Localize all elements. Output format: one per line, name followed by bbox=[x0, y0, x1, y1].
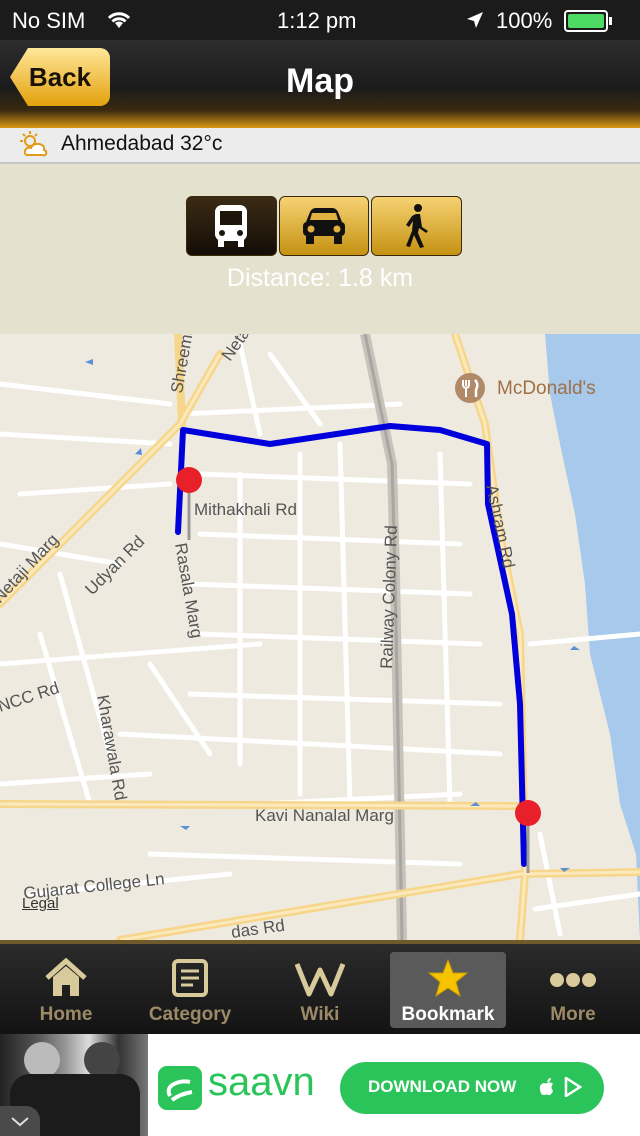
wikipedia-icon bbox=[295, 963, 345, 997]
distance-label: Distance: 1.8 km bbox=[226, 264, 414, 292]
notepad-icon bbox=[172, 959, 208, 997]
ad-brand: saavn bbox=[208, 1060, 315, 1104]
time-label: 1:12 pm bbox=[277, 8, 357, 33]
wifi-icon bbox=[107, 12, 131, 28]
end-pin-icon[interactable] bbox=[515, 800, 541, 873]
walking-person-icon bbox=[405, 204, 428, 248]
tab-label-more: More bbox=[550, 1004, 596, 1025]
transport-mode-selector bbox=[186, 196, 464, 256]
home-icon bbox=[45, 958, 87, 996]
route-map[interactable]: Shreema Neta Mithakhali Rd Railway Colon… bbox=[0, 334, 640, 940]
weather-bar: Ahmedabad 32°c bbox=[0, 128, 640, 164]
car-mode-button[interactable] bbox=[278, 196, 370, 256]
map-label-netaji-marg: Netaji Marg bbox=[0, 530, 62, 607]
tab-label-home: Home bbox=[39, 1004, 93, 1025]
ad-download-button[interactable]: DOWNLOAD NOW bbox=[340, 1062, 604, 1114]
map-label-mithakhali: Mithakhali Rd bbox=[194, 500, 297, 519]
battery-icon bbox=[564, 10, 612, 32]
walk-mode-button[interactable] bbox=[371, 196, 463, 256]
weather-text: Ahmedabad 32°c bbox=[61, 132, 223, 155]
tab-label-wiki: Wiki bbox=[300, 1004, 340, 1025]
apple-icon bbox=[539, 1078, 553, 1096]
tab-category[interactable]: Category bbox=[132, 952, 248, 1028]
more-dots-icon bbox=[550, 973, 596, 987]
car-icon bbox=[303, 208, 345, 244]
tab-home[interactable]: Home bbox=[8, 952, 124, 1028]
bus-mode-button[interactable] bbox=[186, 196, 277, 256]
carrier-label: No SIM bbox=[12, 8, 86, 33]
map-label-ncc: NCC Rd bbox=[0, 678, 61, 716]
location-arrow-icon bbox=[467, 12, 483, 28]
navigation-bar: Back Map bbox=[0, 40, 640, 128]
legal-link[interactable]: Legal bbox=[22, 895, 59, 912]
map-label-ashram: Ashram Rd bbox=[482, 483, 518, 570]
map-label-shreemali: Shreema bbox=[167, 334, 198, 395]
partly-sunny-icon bbox=[20, 131, 48, 157]
transport-panel: Distance: 1.8 km bbox=[0, 164, 640, 334]
battery-percent: 100% bbox=[496, 8, 553, 33]
page-title: Map bbox=[286, 62, 354, 100]
star-icon bbox=[427, 958, 469, 998]
tab-label-category: Category bbox=[148, 1004, 232, 1025]
saavn-logo-icon bbox=[158, 1066, 202, 1110]
tab-wiki[interactable]: Wiki bbox=[262, 952, 378, 1028]
tab-bookmark[interactable]: Bookmark bbox=[390, 952, 506, 1028]
map-label-udyan: Udyan Rd bbox=[81, 532, 148, 599]
play-store-icon bbox=[564, 1077, 582, 1097]
tab-bar: Home Category Wiki Bookmark More bbox=[0, 940, 640, 1038]
ad-cta-label: DOWNLOAD NOW bbox=[368, 1077, 517, 1096]
restaurant-poi-icon[interactable] bbox=[455, 373, 485, 403]
ad-chevron-icon[interactable] bbox=[0, 1106, 40, 1136]
map-label-rasala: Rasala Marg bbox=[171, 541, 206, 639]
ad-banner[interactable]: saavn DOWNLOAD NOW bbox=[0, 1034, 640, 1136]
map-label-netaji-top: Neta bbox=[218, 334, 254, 364]
map-label-kavi: Kavi Nanalal Marg bbox=[255, 806, 394, 825]
map-canvas: Shreema Neta Mithakhali Rd Railway Colon… bbox=[0, 334, 640, 940]
map-label-mcdonalds: McDonald's bbox=[497, 378, 596, 399]
tab-more[interactable]: More bbox=[515, 952, 631, 1028]
bus-icon bbox=[215, 205, 248, 247]
status-bar: No SIM 1:12 pm 100% bbox=[0, 0, 640, 40]
tab-label-bookmark: Bookmark bbox=[401, 1004, 495, 1025]
map-label-kharawala: Kharawala Rd bbox=[93, 693, 130, 801]
